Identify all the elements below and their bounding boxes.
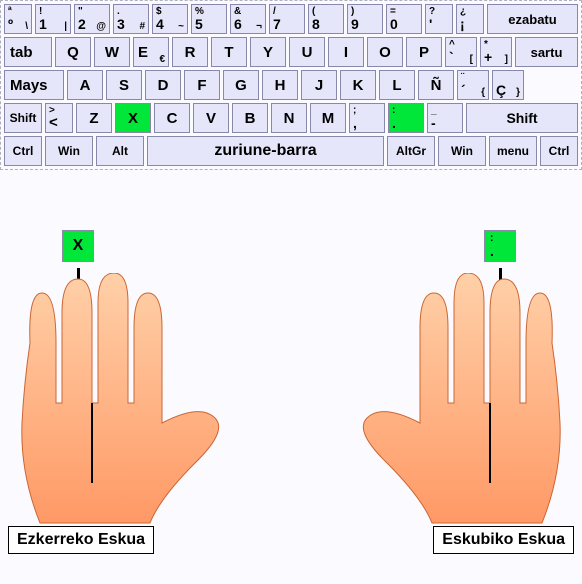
key-question[interactable]: ?' (425, 4, 453, 34)
key-menu[interactable]: menu (489, 136, 537, 166)
key-i[interactable]: I (328, 37, 364, 67)
key-inverted[interactable]: ¿¡ (456, 4, 484, 34)
key-6[interactable]: &6¬ (230, 4, 266, 34)
row-asdf: Mays A S D F G H J K L Ñ ¨´{ Ç} (4, 70, 578, 100)
key-o[interactable]: O (367, 37, 403, 67)
key-tab[interactable]: tab (4, 37, 52, 67)
key-j[interactable]: J (301, 70, 337, 100)
key-v[interactable]: V (193, 103, 229, 133)
key-y[interactable]: Y (250, 37, 286, 67)
key-rshift[interactable]: Shift (466, 103, 578, 133)
key-dash[interactable]: _- (427, 103, 463, 133)
key-caret[interactable]: ^`[ (445, 37, 477, 67)
key-comma[interactable]: ;, (349, 103, 385, 133)
key-backspace[interactable]: ezabatu (487, 4, 578, 34)
key-4[interactable]: $4~ (152, 4, 188, 34)
key-r[interactable]: R (172, 37, 208, 67)
right-hand-icon (342, 273, 582, 533)
key-l[interactable]: L (379, 70, 415, 100)
right-hand-label: Eskubiko Eskua (433, 526, 574, 554)
left-cue: X (62, 230, 94, 262)
key-5[interactable]: %5 (191, 4, 227, 34)
key-h[interactable]: H (262, 70, 298, 100)
key-umlaut[interactable]: ¨´{ (457, 70, 489, 100)
key-c[interactable]: C (154, 103, 190, 133)
key-9[interactable]: )9 (347, 4, 383, 34)
key-3[interactable]: .3# (113, 4, 149, 34)
key-0[interactable]: =0 (386, 4, 422, 34)
key-b[interactable]: B (232, 103, 268, 133)
key-lshift[interactable]: Shift (4, 103, 42, 133)
key-m[interactable]: M (310, 103, 346, 133)
key-z[interactable]: Z (76, 103, 112, 133)
row-zxcv: Shift >< Z X C V B N M ;, :. _- Shift (4, 103, 578, 133)
key-s[interactable]: S (106, 70, 142, 100)
key-t[interactable]: T (211, 37, 247, 67)
key-enter[interactable]: sartu (515, 37, 578, 67)
key-8[interactable]: (8 (308, 4, 344, 34)
key-k[interactable]: K (340, 70, 376, 100)
key-lalt[interactable]: Alt (96, 136, 144, 166)
key-caps[interactable]: Mays (4, 70, 64, 100)
left-hand-icon (0, 273, 240, 533)
key-period[interactable]: :. (388, 103, 424, 133)
key-rwin[interactable]: Win (438, 136, 486, 166)
keyboard: ªº\ !1| "2@ .3# $4~ %5 &6¬ /7 (8 )9 =0 ?… (0, 0, 582, 170)
key-a[interactable]: A (67, 70, 103, 100)
key-n[interactable]: N (271, 103, 307, 133)
key-1[interactable]: !1| (35, 4, 71, 34)
key-p[interactable]: P (406, 37, 442, 67)
left-hand-label: Ezkerreko Eskua (8, 526, 154, 554)
key-2[interactable]: "2@ (74, 4, 110, 34)
key-tilde[interactable]: ªº\ (4, 4, 32, 34)
key-plus[interactable]: *+] (480, 37, 512, 67)
key-q[interactable]: Q (55, 37, 91, 67)
key-lessthan[interactable]: >< (45, 103, 73, 133)
key-g[interactable]: G (223, 70, 259, 100)
row-numbers: ªº\ !1| "2@ .3# $4~ %5 &6¬ /7 (8 )9 =0 ?… (4, 4, 578, 34)
row-qwerty: tab Q W E€ R T Y U I O P ^`[ *+] sartu (4, 37, 578, 67)
key-rctrl[interactable]: Ctrl (540, 136, 578, 166)
row-space: Ctrl Win Alt zuriune-barra AltGr Win men… (4, 136, 578, 166)
key-lwin[interactable]: Win (45, 136, 93, 166)
key-7[interactable]: /7 (269, 4, 305, 34)
key-space[interactable]: zuriune-barra (147, 136, 384, 166)
key-cedilla[interactable]: Ç} (492, 70, 524, 100)
right-cue-bl: . (490, 243, 494, 259)
key-altgr[interactable]: AltGr (387, 136, 435, 166)
key-enye[interactable]: Ñ (418, 70, 454, 100)
key-x[interactable]: X (115, 103, 151, 133)
key-u[interactable]: U (289, 37, 325, 67)
key-f[interactable]: F (184, 70, 220, 100)
hands-area: X :. Ezkerreko Eskua Eskubiko Eskua (0, 170, 582, 550)
key-d[interactable]: D (145, 70, 181, 100)
right-cue: :. (484, 230, 516, 262)
key-lctrl[interactable]: Ctrl (4, 136, 42, 166)
key-e[interactable]: E€ (133, 37, 169, 67)
key-w[interactable]: W (94, 37, 130, 67)
